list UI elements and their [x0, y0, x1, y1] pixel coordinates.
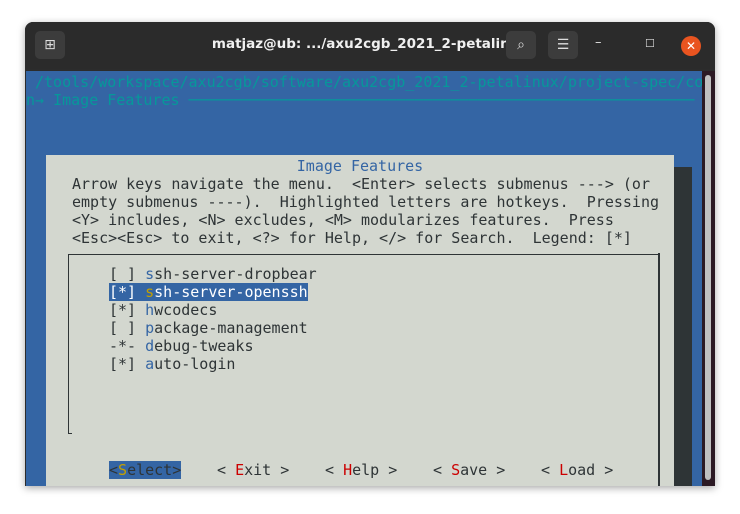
- save-button[interactable]: < Save >: [433, 461, 505, 479]
- terminal-area[interactable]: /tools/workspace/axu2cgb/software/axu2cg…: [26, 71, 704, 486]
- search-button[interactable]: ⌕: [506, 31, 536, 59]
- menu-breadcrumb: n→ Image Features ──────────────────────…: [26, 91, 695, 109]
- search-icon: ⌕: [517, 37, 525, 53]
- hamburger-icon: ☰: [556, 37, 570, 53]
- item-hotkey: s: [145, 283, 155, 301]
- load-button[interactable]: < Load >: [541, 461, 613, 479]
- close-icon: ✕: [685, 39, 697, 53]
- config-path: /tools/workspace/axu2cgb/software/axu2cg…: [35, 73, 704, 91]
- menu-item-debug-tweaks[interactable]: -*- debug-tweaks: [109, 337, 254, 355]
- item-hotkey: p: [145, 319, 155, 337]
- dialog-title: Image Features: [296, 157, 424, 175]
- menu-item-ssh-server-openssh[interactable]: [*] ssh-server-openssh: [109, 283, 308, 301]
- item-state: [ ]: [109, 265, 137, 283]
- maximize-button[interactable]: ☐: [645, 37, 655, 50]
- scrollbar-thumb[interactable]: [705, 75, 711, 480]
- item-hotkey: a: [145, 355, 155, 373]
- exit-button[interactable]: < Exit >: [217, 461, 289, 479]
- help-line: empty submenus ----). Highlighted letter…: [72, 193, 659, 211]
- menu-item-hwcodecs[interactable]: [*] hwcodecs: [109, 301, 217, 319]
- window-title: matjaz@ub: .../axu2cgb_2021_2-petalinux: [211, 36, 529, 52]
- menu-item-auto-login[interactable]: [*] auto-login: [109, 355, 235, 373]
- menu-item-package-management[interactable]: [ ] package-management: [109, 319, 308, 337]
- item-label: ackage-management: [154, 319, 308, 337]
- select-button[interactable]: <Select>: [109, 461, 182, 479]
- dialog-border-right: [658, 253, 660, 486]
- help-line: Arrow keys navigate the menu. <Enter> se…: [72, 175, 650, 193]
- menu-button[interactable]: ☰: [548, 31, 578, 59]
- item-label: ebug-tweaks: [154, 337, 254, 355]
- item-state: [*]: [109, 301, 137, 319]
- item-hotkey: h: [145, 301, 155, 319]
- item-label: sh-server-openssh: [154, 283, 308, 301]
- minimize-button[interactable]: –: [595, 35, 602, 50]
- item-state: [ ]: [109, 319, 137, 337]
- item-label: sh-server-dropbear: [154, 265, 317, 283]
- item-state: [*]: [109, 283, 137, 301]
- help-line: <Y> includes, <N> excludes, <M> modulari…: [72, 211, 614, 229]
- item-hotkey: s: [145, 265, 155, 283]
- close-button[interactable]: ✕: [681, 36, 701, 56]
- item-hotkey: d: [145, 337, 155, 355]
- help-button[interactable]: < Help >: [325, 461, 397, 479]
- menu-item-ssh-server-dropbear[interactable]: [ ] ssh-server-dropbear: [109, 265, 317, 283]
- item-label: wcodecs: [154, 301, 218, 319]
- menu-list: [ ] ssh-server-dropbear [*] ssh-server-o…: [67, 254, 658, 434]
- terminal-window: ⊞ matjaz@ub: .../axu2cgb_2021_2-petalinu…: [25, 22, 715, 486]
- item-state: -*-: [109, 337, 137, 355]
- help-line: <Esc><Esc> to exit, <?> for Help, </> fo…: [72, 229, 632, 247]
- menuconfig-dialog: Image Features Arrow keys navigate the m…: [46, 155, 674, 486]
- title-bar: ⊞ matjaz@ub: .../axu2cgb_2021_2-petalinu…: [25, 22, 715, 69]
- item-label: uto-login: [154, 355, 236, 373]
- item-state: [*]: [109, 355, 137, 373]
